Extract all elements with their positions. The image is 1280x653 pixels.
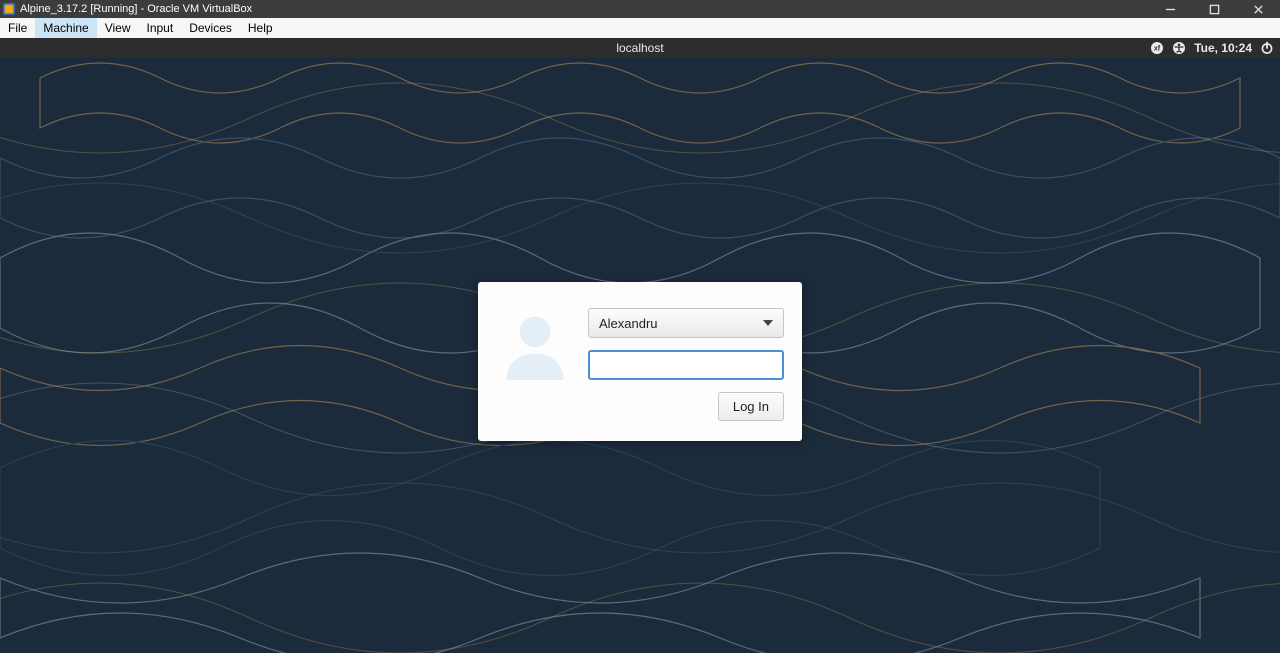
virtualbox-menubar: File Machine View Input Devices Help: [0, 18, 1280, 38]
login-dialog: Alexandru Log In: [478, 282, 802, 441]
menu-help[interactable]: Help: [240, 18, 281, 38]
login-form: Alexandru Log In: [588, 308, 784, 421]
menu-view[interactable]: View: [97, 18, 139, 38]
maximize-button[interactable]: [1192, 0, 1236, 18]
avatar-icon: [500, 310, 570, 380]
virtualbox-icon: [2, 2, 16, 16]
minimize-button[interactable]: [1148, 0, 1192, 18]
menu-devices[interactable]: Devices: [181, 18, 240, 38]
user-selected-label: Alexandru: [599, 316, 658, 331]
guest-top-panel: localhost xf Tue, 10:24: [0, 38, 1280, 58]
hostname-label: localhost: [616, 41, 663, 55]
close-icon: [1253, 4, 1264, 15]
window-controls: [1148, 0, 1280, 18]
virtualbox-title: Alpine_3.17.2 [Running] - Oracle VM Virt…: [20, 3, 252, 15]
password-input[interactable]: [588, 350, 784, 380]
chevron-down-icon: [763, 320, 773, 326]
maximize-icon: [1209, 4, 1220, 15]
panel-clock[interactable]: Tue, 10:24: [1194, 41, 1252, 55]
login-button[interactable]: Log In: [718, 392, 784, 421]
svg-text:xf: xf: [1154, 46, 1161, 53]
accessibility-icon[interactable]: [1172, 41, 1186, 55]
xfce-indicator-icon[interactable]: xf: [1150, 41, 1164, 55]
minimize-icon: [1165, 4, 1176, 15]
close-button[interactable]: [1236, 0, 1280, 18]
power-icon[interactable]: [1260, 41, 1274, 55]
user-select[interactable]: Alexandru: [588, 308, 784, 338]
menu-input[interactable]: Input: [139, 18, 182, 38]
menu-file[interactable]: File: [0, 18, 35, 38]
guest-screen: localhost xf Tue, 10:24 Alexandru: [0, 38, 1280, 653]
menu-machine[interactable]: Machine: [35, 18, 96, 38]
virtualbox-titlebar: Alpine_3.17.2 [Running] - Oracle VM Virt…: [0, 0, 1280, 18]
